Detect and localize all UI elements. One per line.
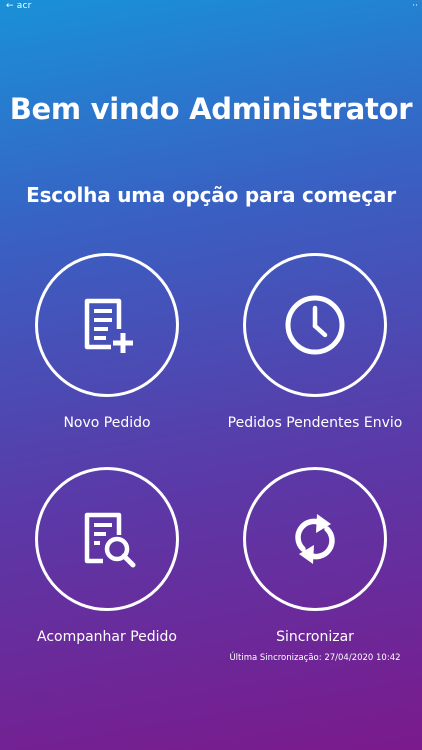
new-order-button[interactable]: Novo Pedido [7,253,207,431]
track-order-label: Acompanhar Pedido [36,629,177,645]
status-bar-indicator: ·· [412,1,418,11]
last-sync-info: Última Sincronização: 27/04/2020 10:42 [215,653,415,663]
status-bar-back-label[interactable]: ← acr [6,1,32,11]
sync-button[interactable]: Sincronizar [215,467,415,645]
page-subtitle: Escolha uma opção para começar [26,183,396,207]
document-add-icon [84,298,133,353]
sync-label: Sincronizar [276,629,354,645]
last-sync-label: Última Sincronização: [229,653,322,663]
sync-icon [295,514,335,564]
clock-icon [285,295,345,355]
track-order-button[interactable]: Acompanhar Pedido [7,467,207,645]
new-order-circle[interactable] [35,253,179,397]
page-title: Bem vindo Administrator [9,92,413,126]
track-order-circle[interactable] [35,467,179,611]
status-bar: ← acr ·· [0,0,422,16]
pending-orders-label: Pedidos Pendentes Envio [227,415,403,431]
document-search-icon [84,512,136,568]
pending-orders-circle[interactable] [243,253,387,397]
sync-circle[interactable] [243,467,387,611]
new-order-label: Novo Pedido [63,415,151,431]
last-sync-value: 27/04/2020 10:42 [324,653,401,663]
pending-orders-button[interactable]: Pedidos Pendentes Envio [215,253,415,431]
